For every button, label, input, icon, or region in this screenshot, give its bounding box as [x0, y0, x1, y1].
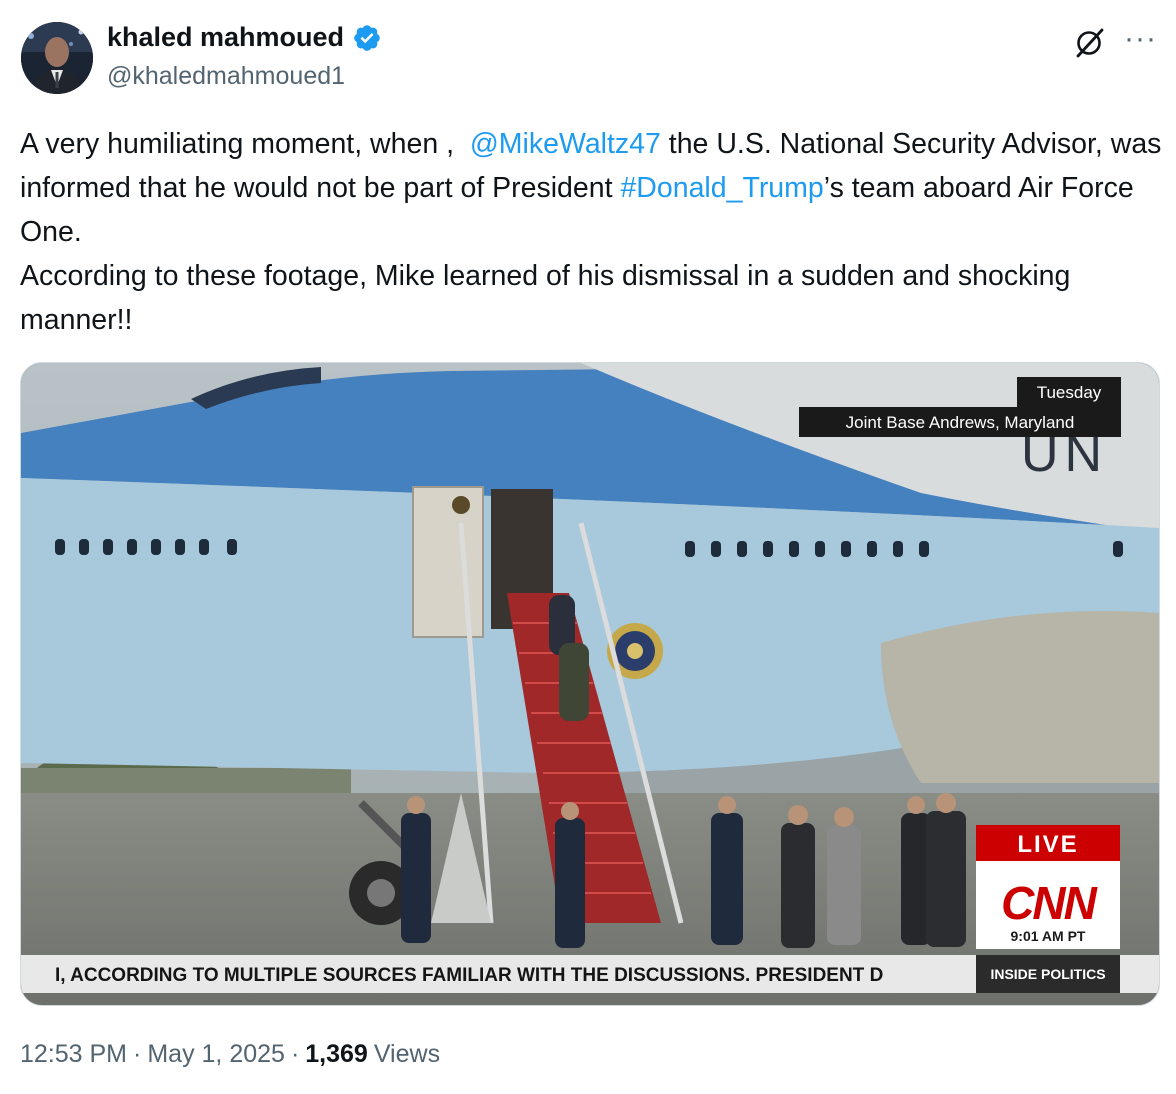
author-display-name[interactable]: khaled mahmoued — [107, 22, 344, 53]
meta-separator: · — [290, 1040, 300, 1068]
person-on-stairs — [559, 643, 589, 721]
tweet-time[interactable]: 12:53 PM — [20, 1040, 127, 1069]
person-figure — [781, 823, 815, 948]
author-avatar[interactable] — [21, 22, 93, 94]
video-frame: UN Tuesday Joint Base Andrews, Maryland … — [21, 363, 1159, 1005]
tweet-text: A very humiliating moment, when , @MikeW… — [20, 122, 1165, 342]
more-options-button[interactable]: ··· — [1124, 22, 1157, 56]
person-figure — [926, 811, 966, 947]
guard-figure — [401, 813, 431, 943]
avatar-image — [21, 22, 93, 94]
meta-separator: · — [133, 1040, 142, 1068]
program-label: INSIDE POLITICS — [990, 966, 1105, 982]
tweet-text-part1: A very humiliating moment, when , — [20, 128, 470, 160]
tweet-video[interactable]: UN Tuesday Joint Base Andrews, Maryland … — [20, 362, 1160, 1006]
broadcast-time: 9:01 AM PT — [1011, 928, 1086, 944]
mention-link[interactable]: @MikeWaltz47 — [470, 128, 661, 160]
guard-figure — [555, 818, 585, 948]
aircraft-engine — [881, 611, 1159, 783]
ticker-text: I, ACCORDING TO MULTIPLE SOURCES FAMILIA… — [55, 965, 883, 986]
person-figure — [827, 825, 861, 945]
tweet-date[interactable]: May 1, 2025 — [147, 1040, 285, 1069]
cnn-logo: CNN — [1001, 877, 1097, 929]
guard-figure — [711, 813, 743, 945]
views-label: Views — [373, 1040, 441, 1068]
aircraft-door — [412, 486, 484, 638]
day-label: Tuesday — [1037, 383, 1102, 402]
verified-badge-icon[interactable] — [352, 23, 382, 53]
live-label: LIVE — [1017, 831, 1078, 858]
hashtag-link[interactable]: #Donald_Trump — [620, 172, 823, 204]
distant-hangars — [21, 768, 351, 796]
views-count: 1,369 — [305, 1040, 368, 1068]
tweet-meta: 12:53 PM · May 1, 2025 · 1,369 Views — [20, 1040, 440, 1069]
author-handle[interactable]: @khaledmahmoued1 — [107, 62, 345, 91]
author-name-row: khaled mahmoued — [107, 22, 382, 53]
grok-icon[interactable] — [1073, 26, 1107, 60]
location-label: Joint Base Andrews, Maryland — [846, 413, 1075, 432]
